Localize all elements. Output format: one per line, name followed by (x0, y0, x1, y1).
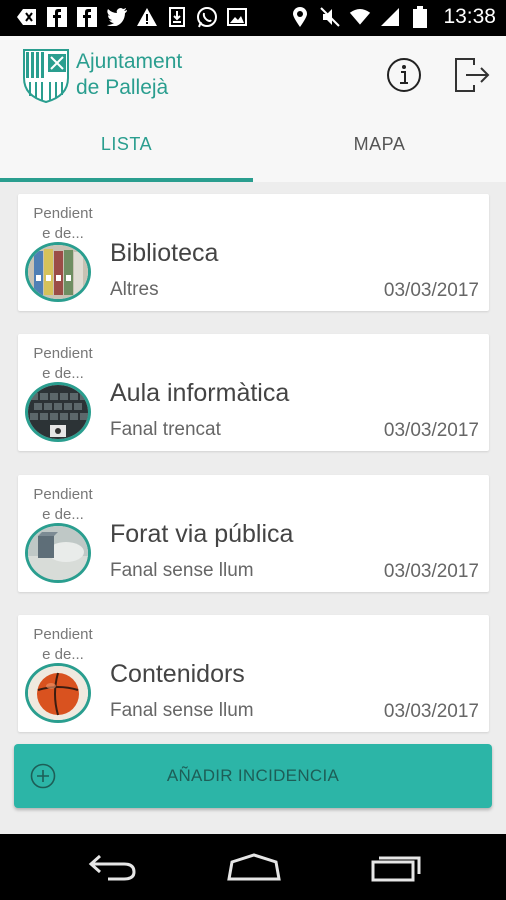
signal-icon (379, 6, 401, 28)
add-incident-button[interactable]: AÑADIR INCIDENCIA (14, 744, 492, 808)
incident-status: Pendient e de... (33, 205, 93, 242)
tab-lista-label: LISTA (100, 134, 153, 154)
whatsapp-icon (196, 6, 218, 28)
system-nav-bar (0, 834, 506, 900)
facebook-icon (46, 6, 68, 28)
incident-thumbnail (25, 382, 91, 442)
incident-card[interactable]: Pendient e de... Forat via pública Fanal… (18, 475, 489, 592)
brand-line-1: Ajuntament (76, 50, 183, 73)
incident-title: Contenidors (110, 660, 245, 688)
tab-mapa[interactable]: MAPA (253, 134, 506, 180)
mute-icon (319, 6, 341, 28)
incident-status: Pendient e de... (33, 626, 93, 663)
nav-back-icon[interactable] (88, 852, 138, 882)
incident-title: Biblioteca (110, 239, 219, 267)
clock: 13:38 (443, 5, 496, 28)
logout-icon (455, 58, 490, 92)
warning-icon (136, 6, 158, 28)
nav-home-icon[interactable] (226, 852, 282, 882)
twitter-icon (106, 6, 128, 28)
incident-title: Forat via pública (110, 520, 294, 548)
incident-category: Altres (110, 279, 159, 300)
brand-line-2: de Pallejà (76, 76, 169, 99)
add-incident-label: AÑADIR INCIDENCIA (166, 766, 340, 785)
download-icon (166, 6, 188, 28)
logout-button[interactable] (452, 55, 492, 95)
tab-lista[interactable]: LISTA (0, 134, 253, 180)
incident-date: 03/03/2017 (383, 420, 479, 441)
incident-date: 03/03/2017 (383, 701, 479, 722)
incident-card[interactable]: Pendient e de... Contenidors Fanal sense… (18, 615, 489, 732)
active-tab-indicator (0, 178, 253, 182)
info-button[interactable] (386, 57, 422, 93)
info-icon (387, 58, 421, 92)
location-icon (289, 6, 311, 28)
incident-category: Fanal sense llum (110, 560, 254, 581)
incident-status: Pendient e de... (33, 345, 93, 382)
town-name: Ajuntament de Pallejà (76, 49, 182, 101)
incident-thumbnail (25, 242, 91, 302)
incident-date: 03/03/2017 (383, 561, 479, 582)
nav-recents-icon[interactable] (370, 852, 422, 882)
incident-status: Pendient e de... (33, 486, 93, 523)
notification-icons (16, 6, 248, 28)
incident-card[interactable]: Pendient e de... Biblioteca Altres 03/03… (18, 194, 489, 311)
incident-title: Aula informàtica (110, 379, 290, 407)
system-icons: 13:38 (289, 5, 496, 29)
incident-thumbnail (25, 663, 91, 723)
wifi-icon (349, 6, 371, 28)
back-icon (16, 6, 38, 28)
incident-thumbnail (25, 523, 91, 583)
facebook-icon (76, 6, 98, 28)
incident-category: Fanal trencat (110, 419, 221, 440)
tab-mapa-label: MAPA (353, 134, 406, 154)
status-bar: 13:38 (0, 0, 506, 36)
town-logo (22, 48, 70, 104)
incident-card[interactable]: Pendient e de... Aula informàtica Fanal … (18, 334, 489, 451)
incident-category: Fanal sense llum (110, 700, 254, 721)
incident-date: 03/03/2017 (383, 280, 479, 301)
image-icon (226, 6, 248, 28)
battery-icon (409, 6, 431, 28)
